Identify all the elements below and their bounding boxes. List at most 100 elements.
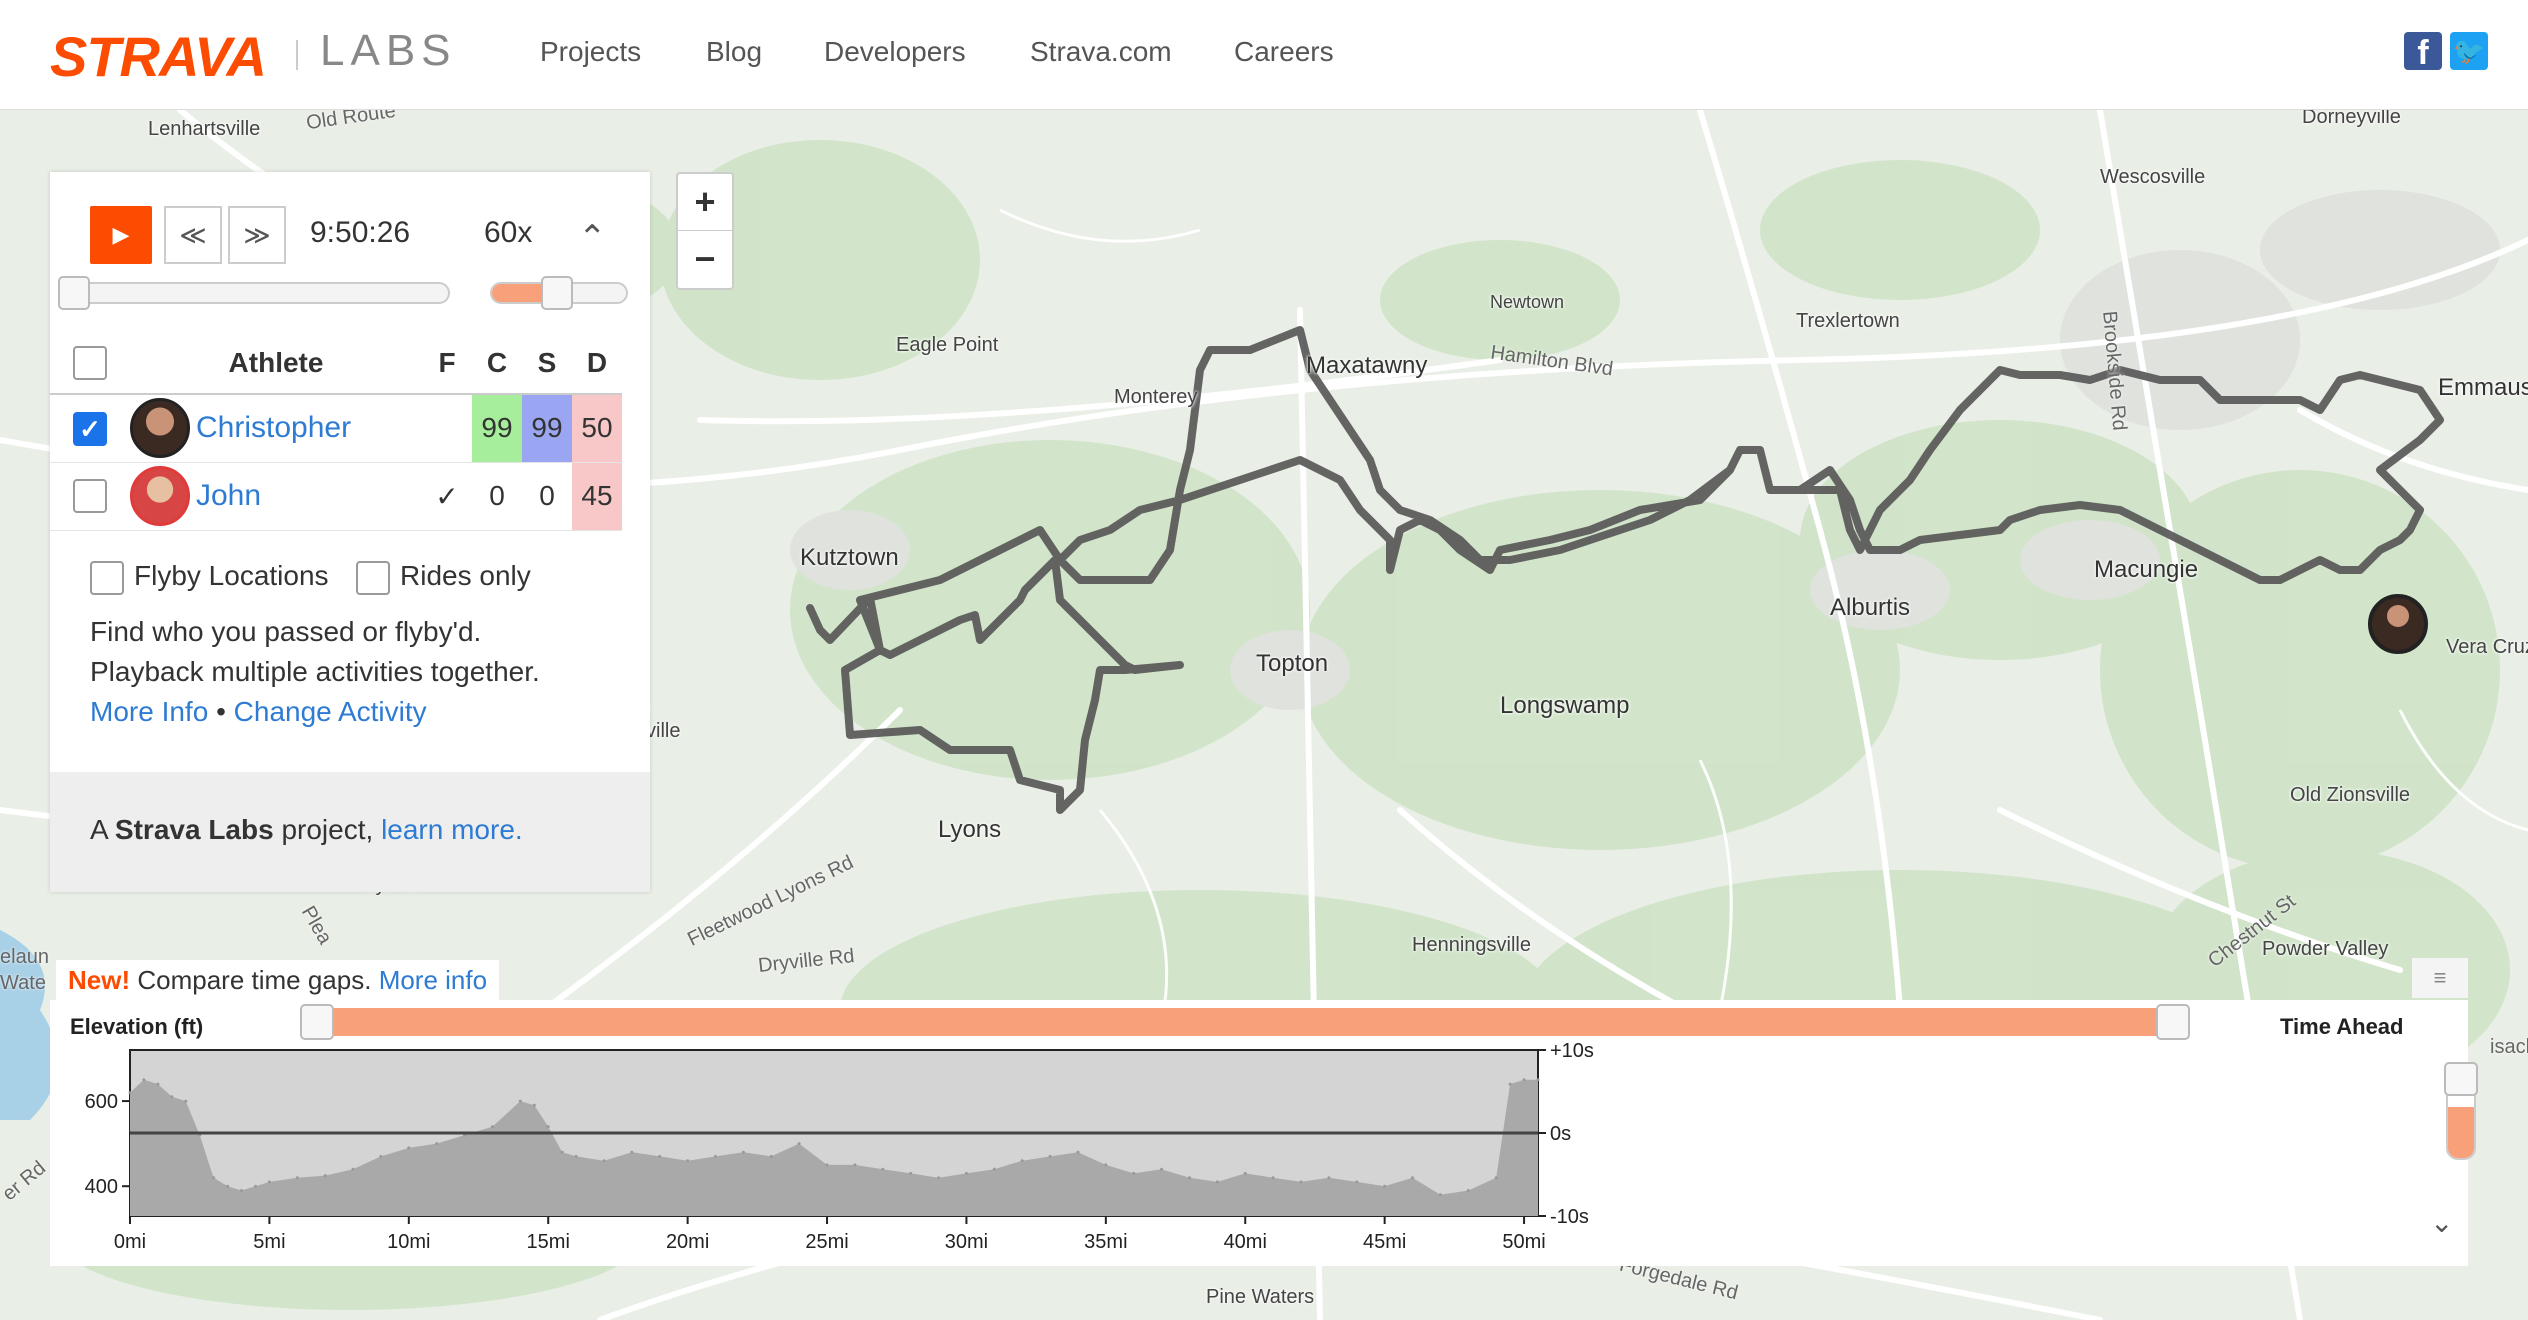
twitter-icon[interactable]: 🐦 (2450, 32, 2488, 70)
new-badge: New! (68, 965, 131, 995)
table-row[interactable]: ✓ Christopher 99 99 50 (50, 394, 622, 463)
more-info-link[interactable]: More Info (90, 696, 208, 727)
table-row[interactable]: John ✓ 0 0 45 (50, 462, 622, 531)
elevation-point (212, 1176, 216, 1180)
place-label: Kutztown (800, 544, 899, 571)
nav-careers[interactable]: Careers (1234, 36, 1334, 68)
chevron-up-icon[interactable]: ⌃ (578, 218, 607, 258)
flyby-checkbox[interactable] (90, 560, 124, 595)
athlete-checkbox-checked[interactable]: ✓ (73, 411, 107, 446)
elevation-point (658, 1154, 662, 1158)
time-slider-thumb[interactable] (58, 276, 90, 310)
nav-blog[interactable]: Blog (706, 36, 762, 68)
elevation-point (714, 1154, 717, 1158)
place-label: Maxatawny (1306, 352, 1428, 379)
x-tick-label: 25mi (805, 1231, 848, 1253)
x-tick-label: 5mi (253, 1231, 285, 1253)
nav-projects[interactable]: Projects (540, 36, 641, 68)
zoom-out-button[interactable]: − (678, 231, 732, 288)
labs-logo[interactable]: LABS (320, 26, 457, 76)
avatar (130, 398, 190, 459)
time-ahead-slider-thumb[interactable] (2444, 1062, 2478, 1096)
cell-f (422, 394, 472, 463)
flyby-label: Flyby Locations (134, 560, 329, 591)
place-label: Trexlertown (1796, 310, 1900, 332)
elevation-point (1188, 1176, 1191, 1180)
select-all-checkbox[interactable] (73, 345, 107, 380)
rewind-button[interactable]: ≪ (164, 206, 222, 264)
col-f: F (422, 332, 472, 395)
info-line-2: Playback multiple activities together. (90, 656, 540, 687)
elevation-point (1355, 1180, 1359, 1184)
elevation-point (267, 1180, 271, 1184)
zoom-in-button[interactable]: + (678, 174, 732, 231)
elevation-point (602, 1159, 606, 1163)
elevation-point (184, 1099, 188, 1103)
elevation-point (323, 1174, 327, 1178)
elevation-point (992, 1167, 996, 1171)
place-label: Vera Cruz (2446, 636, 2528, 658)
elevation-point (1522, 1078, 1526, 1082)
elevation-point (518, 1099, 522, 1103)
elevation-point (797, 1142, 801, 1146)
cell-d: 45 (572, 462, 622, 531)
time-ahead-slider-fill (2448, 1107, 2474, 1158)
menu-icon[interactable]: ≡ (2412, 958, 2468, 998)
nav-developers[interactable]: Developers (824, 36, 966, 68)
elevation-point (1411, 1176, 1414, 1180)
athlete-name-link[interactable]: Christopher (196, 411, 351, 444)
info-line-1: Find who you passed or flyby'd. (90, 616, 482, 647)
elevation-point (1048, 1154, 1052, 1158)
learn-more-link[interactable]: learn more. (381, 814, 523, 845)
nav-strava-com[interactable]: Strava.com (1030, 36, 1172, 68)
elevation-point (1327, 1176, 1331, 1180)
athlete-name-link[interactable]: John (196, 479, 261, 512)
range-slider-end-thumb[interactable] (2156, 1004, 2190, 1040)
strava-logo[interactable]: STRAVA (50, 24, 267, 89)
time-slider-track[interactable] (62, 282, 450, 304)
cell-s: 99 (522, 394, 572, 463)
place-label: ville (646, 720, 681, 742)
banner-text: Compare time gaps. (130, 965, 379, 995)
flyby-option[interactable]: Flyby Locations (90, 560, 329, 595)
athlete-checkbox[interactable] (73, 479, 107, 514)
forward-button[interactable]: ≫ (228, 206, 286, 264)
range-slider-start-thumb[interactable] (300, 1004, 334, 1040)
change-activity-link[interactable]: Change Activity (234, 696, 427, 727)
place-label: Topton (1256, 650, 1329, 677)
banner-more-info-link[interactable]: More info (379, 965, 487, 995)
y-tick-label: 400 (85, 1176, 118, 1198)
elevation-point (560, 1150, 564, 1154)
col-athlete: Athlete (130, 332, 422, 395)
facebook-icon[interactable]: f (2404, 32, 2442, 72)
x-tick-label: 45mi (1363, 1231, 1406, 1253)
place-label: Emmaus (2438, 374, 2528, 401)
footer-text: A Strava Labs project, learn more. (90, 814, 523, 846)
elevation-point (769, 1154, 773, 1158)
elevation-chart[interactable]: 600 400 +10s 0s -10s 0mi 5mi 10mi 15mi 20mi 25mi 30… (50, 1040, 2468, 1266)
x-tick-label: 10mi (387, 1231, 430, 1253)
place-label: Longswamp (1500, 692, 1630, 719)
elevation-point (546, 1125, 550, 1129)
range-slider-track[interactable] (318, 1008, 2180, 1036)
speed-slider-thumb[interactable] (540, 276, 573, 310)
y2-tick-label: -10s (1550, 1206, 1589, 1228)
x-tick-label: 20mi (666, 1231, 709, 1253)
link-separator: • (216, 696, 226, 727)
rides-only-checkbox[interactable] (356, 560, 390, 595)
elevation-point (1215, 1180, 1219, 1184)
rides-only-label: Rides only (400, 560, 531, 591)
elevation-point (686, 1159, 690, 1163)
cell-s: 0 (522, 462, 572, 531)
rides-only-option[interactable]: Rides only (356, 560, 531, 595)
place-label: Dorneyville (2302, 110, 2401, 128)
place-label: Monterey (1114, 386, 1198, 408)
chevron-down-icon[interactable]: ⌄ (2430, 1206, 2453, 1239)
new-feature-banner: New! Compare time gaps. More info (56, 960, 500, 1000)
place-label: Lenhartsville (148, 118, 261, 140)
x-tick-label: 0mi (114, 1231, 146, 1253)
elevation-point (1020, 1159, 1024, 1163)
play-button[interactable]: ▶ (90, 206, 152, 264)
col-s: S (522, 332, 572, 395)
place-label: Alburtis (1830, 594, 1911, 621)
